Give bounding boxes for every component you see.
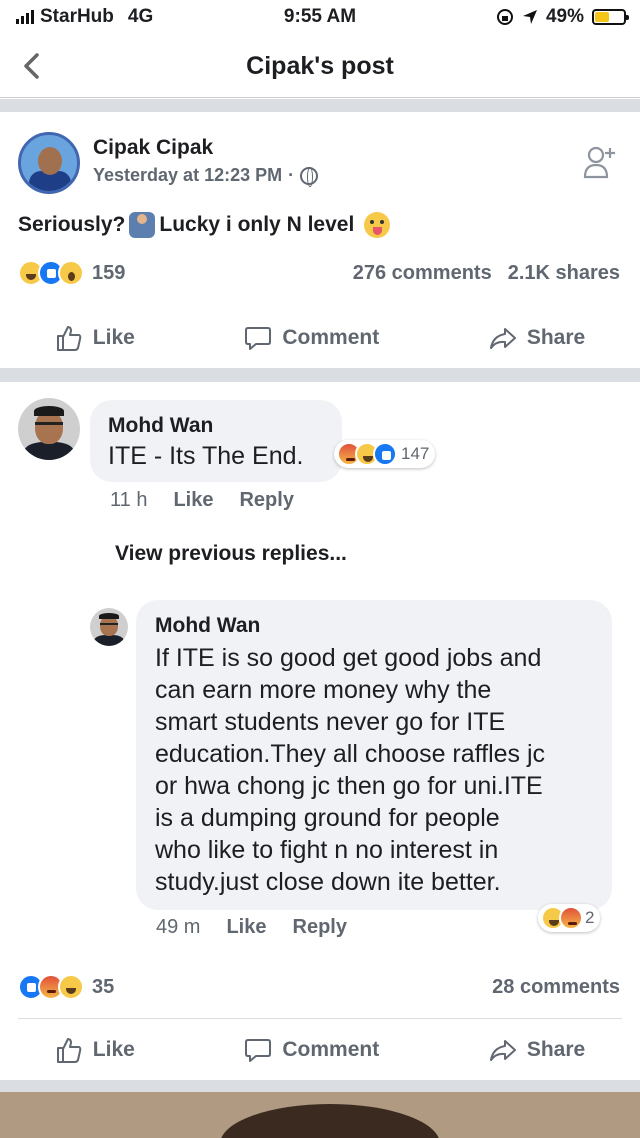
add-friend-icon[interactable] [582,144,618,180]
reply-bubble[interactable]: Mohd Wan If ITE is so good get good jobs… [136,600,612,910]
post-card: Cipak Cipak Yesterday at 12:23 PM · Seri… [0,112,640,368]
reply-reply-link[interactable]: Reply [293,916,347,939]
wow-reaction-icon [58,260,84,286]
comment-time: 11 h [110,489,148,511]
shares-count[interactable]: 2.1K shares [508,262,620,285]
comment-label: Comment [282,326,380,349]
reply-line: or hwa chong jc then go for uni.ITE [155,772,543,800]
comment-button[interactable]: Comment [244,1036,379,1064]
reply-line: study.just close down ite better. [155,868,501,896]
battery-percent: 49% [545,6,584,27]
reply-author[interactable]: Mohd Wan [155,614,260,638]
orientation-lock-icon [496,9,513,25]
view-previous-replies-link[interactable]: View previous replies... [115,542,347,566]
commenter-avatar[interactable] [18,398,80,460]
reply-reactions[interactable]: 2 [538,904,601,932]
like-label: Like [92,326,135,349]
angry-reaction-icon [559,906,583,930]
globe-icon [300,166,319,187]
reply-avatar[interactable] [90,608,128,646]
post-text-part1: Seriously? [18,213,126,236]
post-meta: Yesterday at 12:23 PM · [93,165,319,187]
comment-meta: 11 h Like Reply [110,489,294,512]
battery-icon [592,9,629,25]
comment-bubble-icon [245,327,272,350]
like-button[interactable]: Like [55,324,135,352]
comment-like-link[interactable]: Like [173,489,213,512]
reply-line: If ITE is so good get good jobs and [155,644,542,672]
next-post-photo[interactable] [0,1092,640,1138]
comment-author[interactable]: Mohd Wan [108,414,213,438]
location-icon [522,10,537,24]
status-bar: StarHub 4G 9:55 AM 49% [0,0,640,34]
comment-reaction-count: 147 [401,444,430,463]
comment-action-bar: Like Comment Share [0,1018,640,1082]
comments-count[interactable]: 276 comments [353,262,492,285]
comment-summary-reactions[interactable]: 35 [18,974,114,1000]
share-arrow-icon [489,328,516,349]
comment-label: Comment [282,1038,380,1061]
reply-time: 49 m [156,916,201,938]
reply-meta: 49 m Like Reply [156,916,347,939]
post-text-part2: Lucky i only N level [159,213,355,236]
page-title: Cipak's post [246,52,394,80]
thumbs-up-icon [56,1038,82,1063]
summary-comments-count[interactable]: 28 comments [492,976,620,999]
comment-reply-link[interactable]: Reply [239,489,293,512]
share-button[interactable]: Share [489,1036,585,1064]
post-timestamp[interactable]: Yesterday at 12:23 PM [93,165,282,186]
separator-band [0,368,640,382]
shrug-emoji-icon [129,212,156,238]
reply-reaction-count: 2 [585,908,595,927]
battery-fill [595,12,609,22]
post-action-bar: Like Comment Share [0,306,640,370]
reply-line: can earn more money why the [155,676,492,704]
comment-text: ITE - Its The End. [108,442,304,470]
comment-reactions[interactable]: 147 [334,440,436,468]
reaction-count: 159 [92,261,126,284]
winking-tongue-emoji-icon [364,212,391,238]
separator-band [0,99,640,112]
reply-text: If ITE is so good get good jobs and can … [155,642,545,898]
author-avatar[interactable] [18,132,80,194]
like-button[interactable]: Like [55,1036,135,1064]
post-reactions[interactable]: 159 [18,260,125,286]
reply-line: smart students never go for ITE [155,708,506,736]
like-reaction-icon [373,442,397,466]
reply-like-link[interactable]: Like [226,916,266,939]
post-author[interactable]: Cipak Cipak [93,136,213,160]
haha-reaction-icon [58,974,84,1000]
like-label: Like [92,1038,135,1061]
share-label: Share [526,326,586,349]
share-arrow-icon [489,1040,516,1061]
comment-button[interactable]: Comment [244,324,379,352]
thumbs-up-icon [56,326,82,351]
reply-line: is a dumping ground for people [155,804,500,832]
share-label: Share [526,1038,586,1061]
nav-bar: Cipak's post [0,34,640,98]
reply-line: education.They all choose raffles jc [155,740,546,768]
comment-bubble[interactable]: Mohd Wan ITE - Its The End. [90,400,342,482]
reply-line: who like to fight n no interest in [155,836,499,864]
post-text: Seriously? Lucky i only N level [18,212,391,238]
post-stats: 276 comments 2.1K shares [353,262,620,285]
separator-band [0,1080,640,1092]
summary-reaction-count: 35 [92,975,115,998]
share-button[interactable]: Share [489,324,585,352]
meta-separator: · [288,165,295,185]
comment-bubble-icon [245,1039,272,1062]
status-right: 49% [496,6,629,28]
